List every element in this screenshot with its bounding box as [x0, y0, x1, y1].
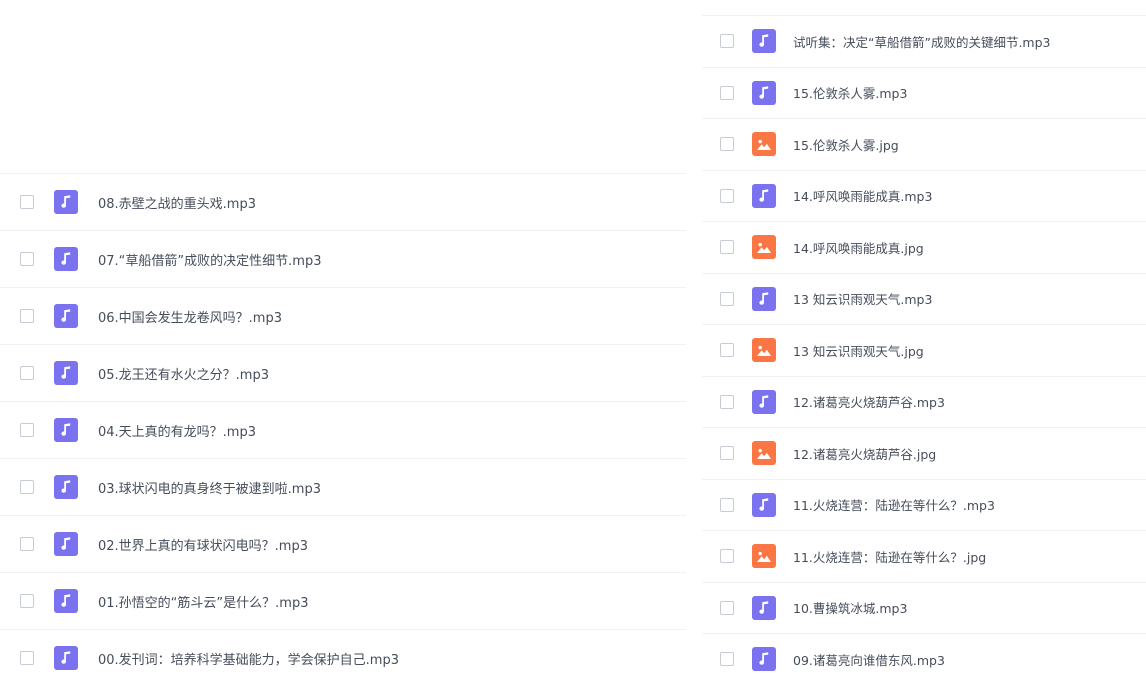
file-row-7[interactable]: 02.世界上真的有球状闪电吗？.mp3 — [0, 515, 686, 572]
file-name[interactable]: 试听集：决定“草船借箭”成败的关键细节.mp3 — [793, 32, 1051, 51]
file-name[interactable]: 14.呼风唤雨能成真.jpg — [793, 238, 924, 257]
file-row-8[interactable]: 01.孙悟空的“筋斗云”是什么？.mp3 — [0, 572, 686, 629]
file-row-11[interactable]: 11.火烧连营：陆逊在等什么？.jpg — [702, 530, 1146, 582]
file-name[interactable]: 12.诸葛亮火烧葫芦谷.mp3 — [793, 392, 945, 411]
image-icon — [752, 132, 776, 157]
file-row-10[interactable]: 11.火烧连营：陆逊在等什么？.mp3 — [702, 478, 1146, 531]
file-row-5[interactable]: 04.天上真的有龙吗？.mp3 — [0, 401, 686, 458]
row-checkbox[interactable] — [720, 137, 734, 152]
row-checkbox[interactable] — [720, 240, 734, 255]
music-note-icon — [752, 183, 776, 208]
file-name[interactable]: 13 知云识雨观天气.jpg — [793, 341, 924, 360]
music-note-icon — [54, 247, 78, 271]
row-checkbox[interactable] — [20, 195, 34, 209]
file-name[interactable]: 02.世界上真的有球状闪电吗？.mp3 — [98, 535, 308, 554]
row-checkbox[interactable] — [720, 85, 734, 100]
row-checkbox[interactable] — [720, 652, 734, 667]
image-icon — [752, 441, 776, 466]
music-note-icon — [752, 286, 776, 311]
row-checkbox[interactable] — [20, 252, 34, 266]
file-row-7[interactable]: 13 知云识雨观天气.jpg — [702, 324, 1146, 376]
music-note-icon — [54, 304, 78, 328]
music-note-icon — [54, 418, 78, 442]
file-name[interactable]: 15.伦敦杀人雾.jpg — [793, 135, 899, 154]
file-name[interactable]: 14.呼风唤雨能成真.mp3 — [793, 186, 932, 205]
file-row-2[interactable]: 15.伦敦杀人雾.mp3 — [702, 66, 1146, 119]
row-checkbox[interactable] — [20, 423, 34, 437]
file-row-5[interactable]: 14.呼风唤雨能成真.jpg — [702, 221, 1146, 273]
file-name[interactable]: 11.火烧连营：陆逊在等什么？.jpg — [793, 547, 986, 566]
row-checkbox[interactable] — [720, 34, 734, 49]
file-row-6[interactable]: 03.球状闪电的真身终于被逮到啦.mp3 — [0, 458, 686, 515]
row-checkbox[interactable] — [720, 343, 734, 358]
file-row-13[interactable]: 09.诸葛亮向谁借东风.mp3 — [702, 633, 1146, 685]
file-name[interactable]: 09.诸葛亮向谁借东风.mp3 — [793, 650, 945, 669]
file-row-4[interactable]: 05.龙王还有水火之分？.mp3 — [0, 344, 686, 401]
file-name[interactable]: 10.曹操筑冰城.mp3 — [793, 598, 907, 617]
row-checkbox[interactable] — [20, 309, 34, 323]
file-list-right: 试听集：决定“草船借箭”成败的关键细节.mp3 15.伦敦杀人雾.mp3 15.… — [702, 15, 1146, 685]
row-checkbox[interactable] — [720, 600, 734, 615]
row-checkbox[interactable] — [20, 537, 34, 551]
image-icon — [752, 338, 776, 363]
file-row-1[interactable]: 试听集：决定“草船借箭”成败的关键细节.mp3 — [702, 15, 1146, 67]
row-checkbox[interactable] — [20, 366, 34, 380]
file-row-8[interactable]: 12.诸葛亮火烧葫芦谷.mp3 — [702, 375, 1146, 428]
music-note-icon — [752, 29, 776, 54]
music-note-icon — [54, 532, 78, 556]
row-checkbox[interactable] — [720, 549, 734, 564]
music-note-icon — [752, 389, 776, 414]
file-row-9[interactable]: 12.诸葛亮火烧葫芦谷.jpg — [702, 427, 1146, 479]
file-name[interactable]: 00.发刊词：培养科学基础能力，学会保护自己.mp3 — [98, 649, 399, 668]
file-name[interactable]: 12.诸葛亮火烧葫芦谷.jpg — [793, 444, 936, 463]
file-name[interactable]: 13 知云识雨观天气.mp3 — [793, 289, 932, 308]
file-row-9[interactable]: 00.发刊词：培养科学基础能力，学会保护自己.mp3 — [0, 629, 686, 686]
file-name[interactable]: 06.中国会发生龙卷风吗？.mp3 — [98, 307, 282, 326]
music-note-icon — [54, 589, 78, 613]
row-checkbox[interactable] — [20, 594, 34, 608]
music-note-icon — [752, 492, 776, 517]
row-checkbox[interactable] — [720, 497, 734, 512]
row-checkbox[interactable] — [720, 394, 734, 409]
file-name[interactable]: 05.龙王还有水火之分？.mp3 — [98, 364, 269, 383]
music-note-icon — [752, 647, 776, 672]
image-icon — [752, 235, 776, 260]
file-name[interactable]: 15.伦敦杀人雾.mp3 — [793, 83, 907, 102]
file-row-6[interactable]: 13 知云识雨观天气.mp3 — [702, 272, 1146, 325]
music-note-icon — [54, 190, 78, 214]
file-name[interactable]: 03.球状闪电的真身终于被逮到啦.mp3 — [98, 478, 321, 497]
row-checkbox[interactable] — [720, 291, 734, 306]
music-note-icon — [54, 361, 78, 385]
music-note-icon — [54, 646, 78, 670]
file-row-1[interactable]: 08.赤壁之战的重头戏.mp3 — [0, 173, 686, 230]
row-checkbox[interactable] — [20, 480, 34, 494]
image-icon — [752, 544, 776, 569]
file-row-4[interactable]: 14.呼风唤雨能成真.mp3 — [702, 169, 1146, 222]
music-note-icon — [752, 80, 776, 105]
file-list-left: 08.赤壁之战的重头戏.mp3 07.“草船借箭”成败的决定性细节.mp3 06… — [0, 173, 686, 686]
file-name[interactable]: 04.天上真的有龙吗？.mp3 — [98, 421, 256, 440]
file-name[interactable]: 08.赤壁之战的重头戏.mp3 — [98, 193, 256, 212]
row-checkbox[interactable] — [720, 446, 734, 461]
music-note-icon — [54, 475, 78, 499]
music-note-icon — [752, 595, 776, 620]
file-name[interactable]: 07.“草船借箭”成败的决定性细节.mp3 — [98, 250, 321, 269]
row-checkbox[interactable] — [720, 188, 734, 203]
file-name[interactable]: 01.孙悟空的“筋斗云”是什么？.mp3 — [98, 592, 308, 611]
file-row-3[interactable]: 06.中国会发生龙卷风吗？.mp3 — [0, 287, 686, 344]
file-row-2[interactable]: 07.“草船借箭”成败的决定性细节.mp3 — [0, 230, 686, 287]
file-row-3[interactable]: 15.伦敦杀人雾.jpg — [702, 118, 1146, 170]
file-row-12[interactable]: 10.曹操筑冰城.mp3 — [702, 581, 1146, 634]
row-checkbox[interactable] — [20, 651, 34, 665]
file-name[interactable]: 11.火烧连营：陆逊在等什么？.mp3 — [793, 495, 995, 514]
